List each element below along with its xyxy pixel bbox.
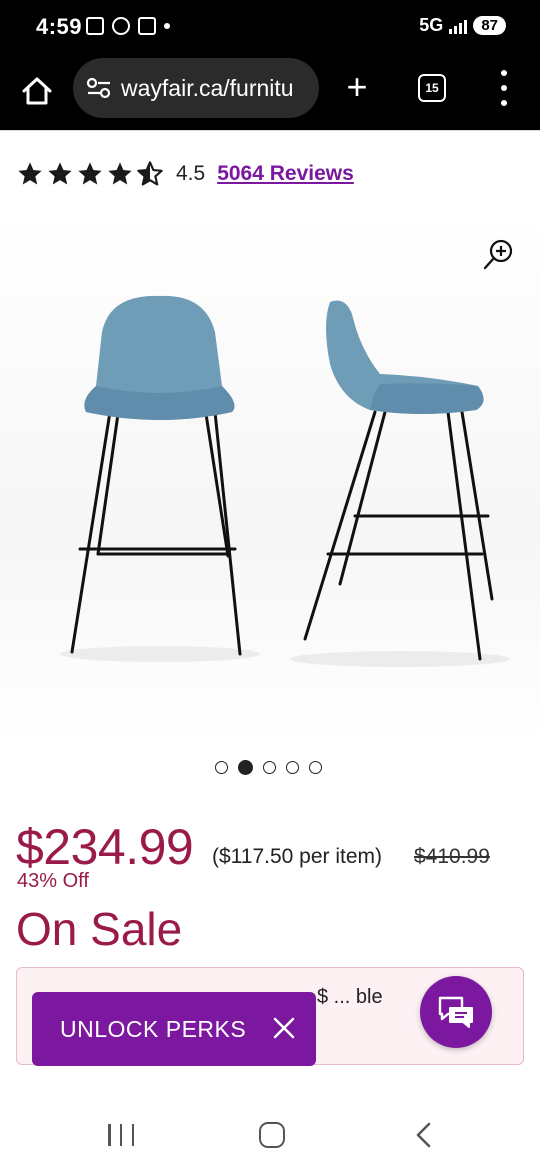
status-right: 5G 87	[419, 15, 506, 36]
tune-icon[interactable]	[85, 76, 113, 100]
bar-stools-image	[60, 295, 510, 667]
close-icon[interactable]	[270, 1014, 298, 1042]
sale-price: $234.99	[16, 819, 194, 875]
home-notification-icon	[138, 17, 156, 35]
per-item-price: ($117.50 per item)	[212, 845, 383, 868]
star-full-icon	[18, 162, 42, 185]
more-vert-icon[interactable]	[496, 70, 512, 106]
product-image[interactable]	[0, 214, 540, 744]
carousel-dot[interactable]	[286, 761, 299, 774]
browser-toolbar: wayfair.ca/furnitu + 15	[0, 58, 540, 130]
carousel-dot[interactable]	[215, 761, 228, 774]
carousel-dot-active[interactable]	[238, 760, 253, 775]
star-half-icon	[137, 161, 163, 186]
carousel-dot[interactable]	[309, 761, 322, 774]
status-time: 4:59	[36, 14, 83, 39]
notification-icons	[86, 17, 170, 35]
more-notifications-dot-icon	[164, 23, 170, 29]
star-full-icon	[78, 162, 102, 185]
on-sale-label: On Sale	[16, 903, 183, 955]
back-icon[interactable]	[412, 1120, 436, 1150]
original-price: $410.99	[414, 845, 490, 868]
message-icon	[112, 17, 130, 35]
carousel-dots	[215, 760, 322, 775]
battery-badge: 87	[473, 16, 506, 35]
address-bar[interactable]: wayfair.ca/furnitu	[73, 58, 319, 118]
status-bar: 4:59 5G 87	[0, 0, 540, 58]
carousel-dot[interactable]	[263, 761, 276, 774]
chat-button[interactable]	[420, 976, 492, 1048]
notification-icon	[86, 17, 104, 35]
unlock-perks-button[interactable]: UNLOCK PERKS	[32, 992, 316, 1066]
plus-icon[interactable]: +	[340, 68, 374, 106]
tab-count: 15	[425, 81, 439, 95]
rating-row: 4.5 5064 Reviews	[16, 160, 354, 188]
divider	[0, 130, 540, 131]
promo-text: $ ... ble	[317, 986, 383, 1008]
url-text[interactable]: wayfair.ca/furnitu	[121, 75, 294, 102]
signal-icon	[449, 18, 468, 34]
home-icon[interactable]	[18, 72, 56, 110]
zoom-in-icon[interactable]	[482, 237, 516, 271]
network-type: 5G	[419, 15, 444, 35]
star-full-icon	[48, 162, 72, 185]
reviews-link[interactable]: 5064 Reviews	[217, 162, 354, 186]
system-nav-bar	[0, 1100, 540, 1170]
recent-apps-icon[interactable]	[108, 1124, 134, 1146]
rating-value: 4.5	[176, 162, 206, 185]
chat-icon	[438, 996, 473, 1028]
star-rating	[16, 160, 164, 188]
unlock-perks-label: UNLOCK PERKS	[60, 1015, 247, 1042]
discount-label: 43% Off	[17, 870, 89, 892]
star-full-icon	[108, 162, 132, 185]
tabs-icon[interactable]: 15	[418, 74, 446, 102]
nav-home-icon[interactable]	[259, 1122, 285, 1148]
